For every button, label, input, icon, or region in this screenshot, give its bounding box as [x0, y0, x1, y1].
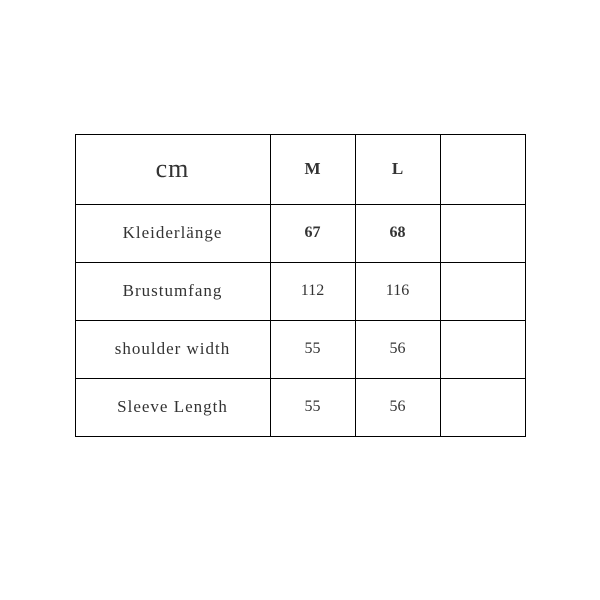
cell-value: 67 — [270, 204, 355, 262]
cell-value: 68 — [355, 204, 440, 262]
cell-value: 55 — [270, 320, 355, 378]
table-row: Brustumfang 112 116 — [75, 262, 525, 320]
cell-value: 55 — [270, 378, 355, 436]
size-chart: cm M L Kleiderlänge 67 68 Brustumfang 11… — [75, 134, 526, 437]
empty-cell — [440, 262, 525, 320]
row-label: Kleiderlänge — [75, 204, 270, 262]
table-row: Kleiderlänge 67 68 — [75, 204, 525, 262]
cell-value: 56 — [355, 378, 440, 436]
table-header-row: cm M L — [75, 134, 525, 204]
empty-cell — [440, 378, 525, 436]
empty-header-cell — [440, 134, 525, 204]
empty-cell — [440, 204, 525, 262]
unit-label-cell: cm — [75, 134, 270, 204]
table-row: shoulder width 55 56 — [75, 320, 525, 378]
empty-cell — [440, 320, 525, 378]
cell-value: 56 — [355, 320, 440, 378]
column-header-l: L — [355, 134, 440, 204]
column-header-m: M — [270, 134, 355, 204]
cell-value: 116 — [355, 262, 440, 320]
table-row: Sleeve Length 55 56 — [75, 378, 525, 436]
row-label: Brustumfang — [75, 262, 270, 320]
row-label: Sleeve Length — [75, 378, 270, 436]
row-label: shoulder width — [75, 320, 270, 378]
cell-value: 112 — [270, 262, 355, 320]
size-table: cm M L Kleiderlänge 67 68 Brustumfang 11… — [75, 134, 526, 437]
